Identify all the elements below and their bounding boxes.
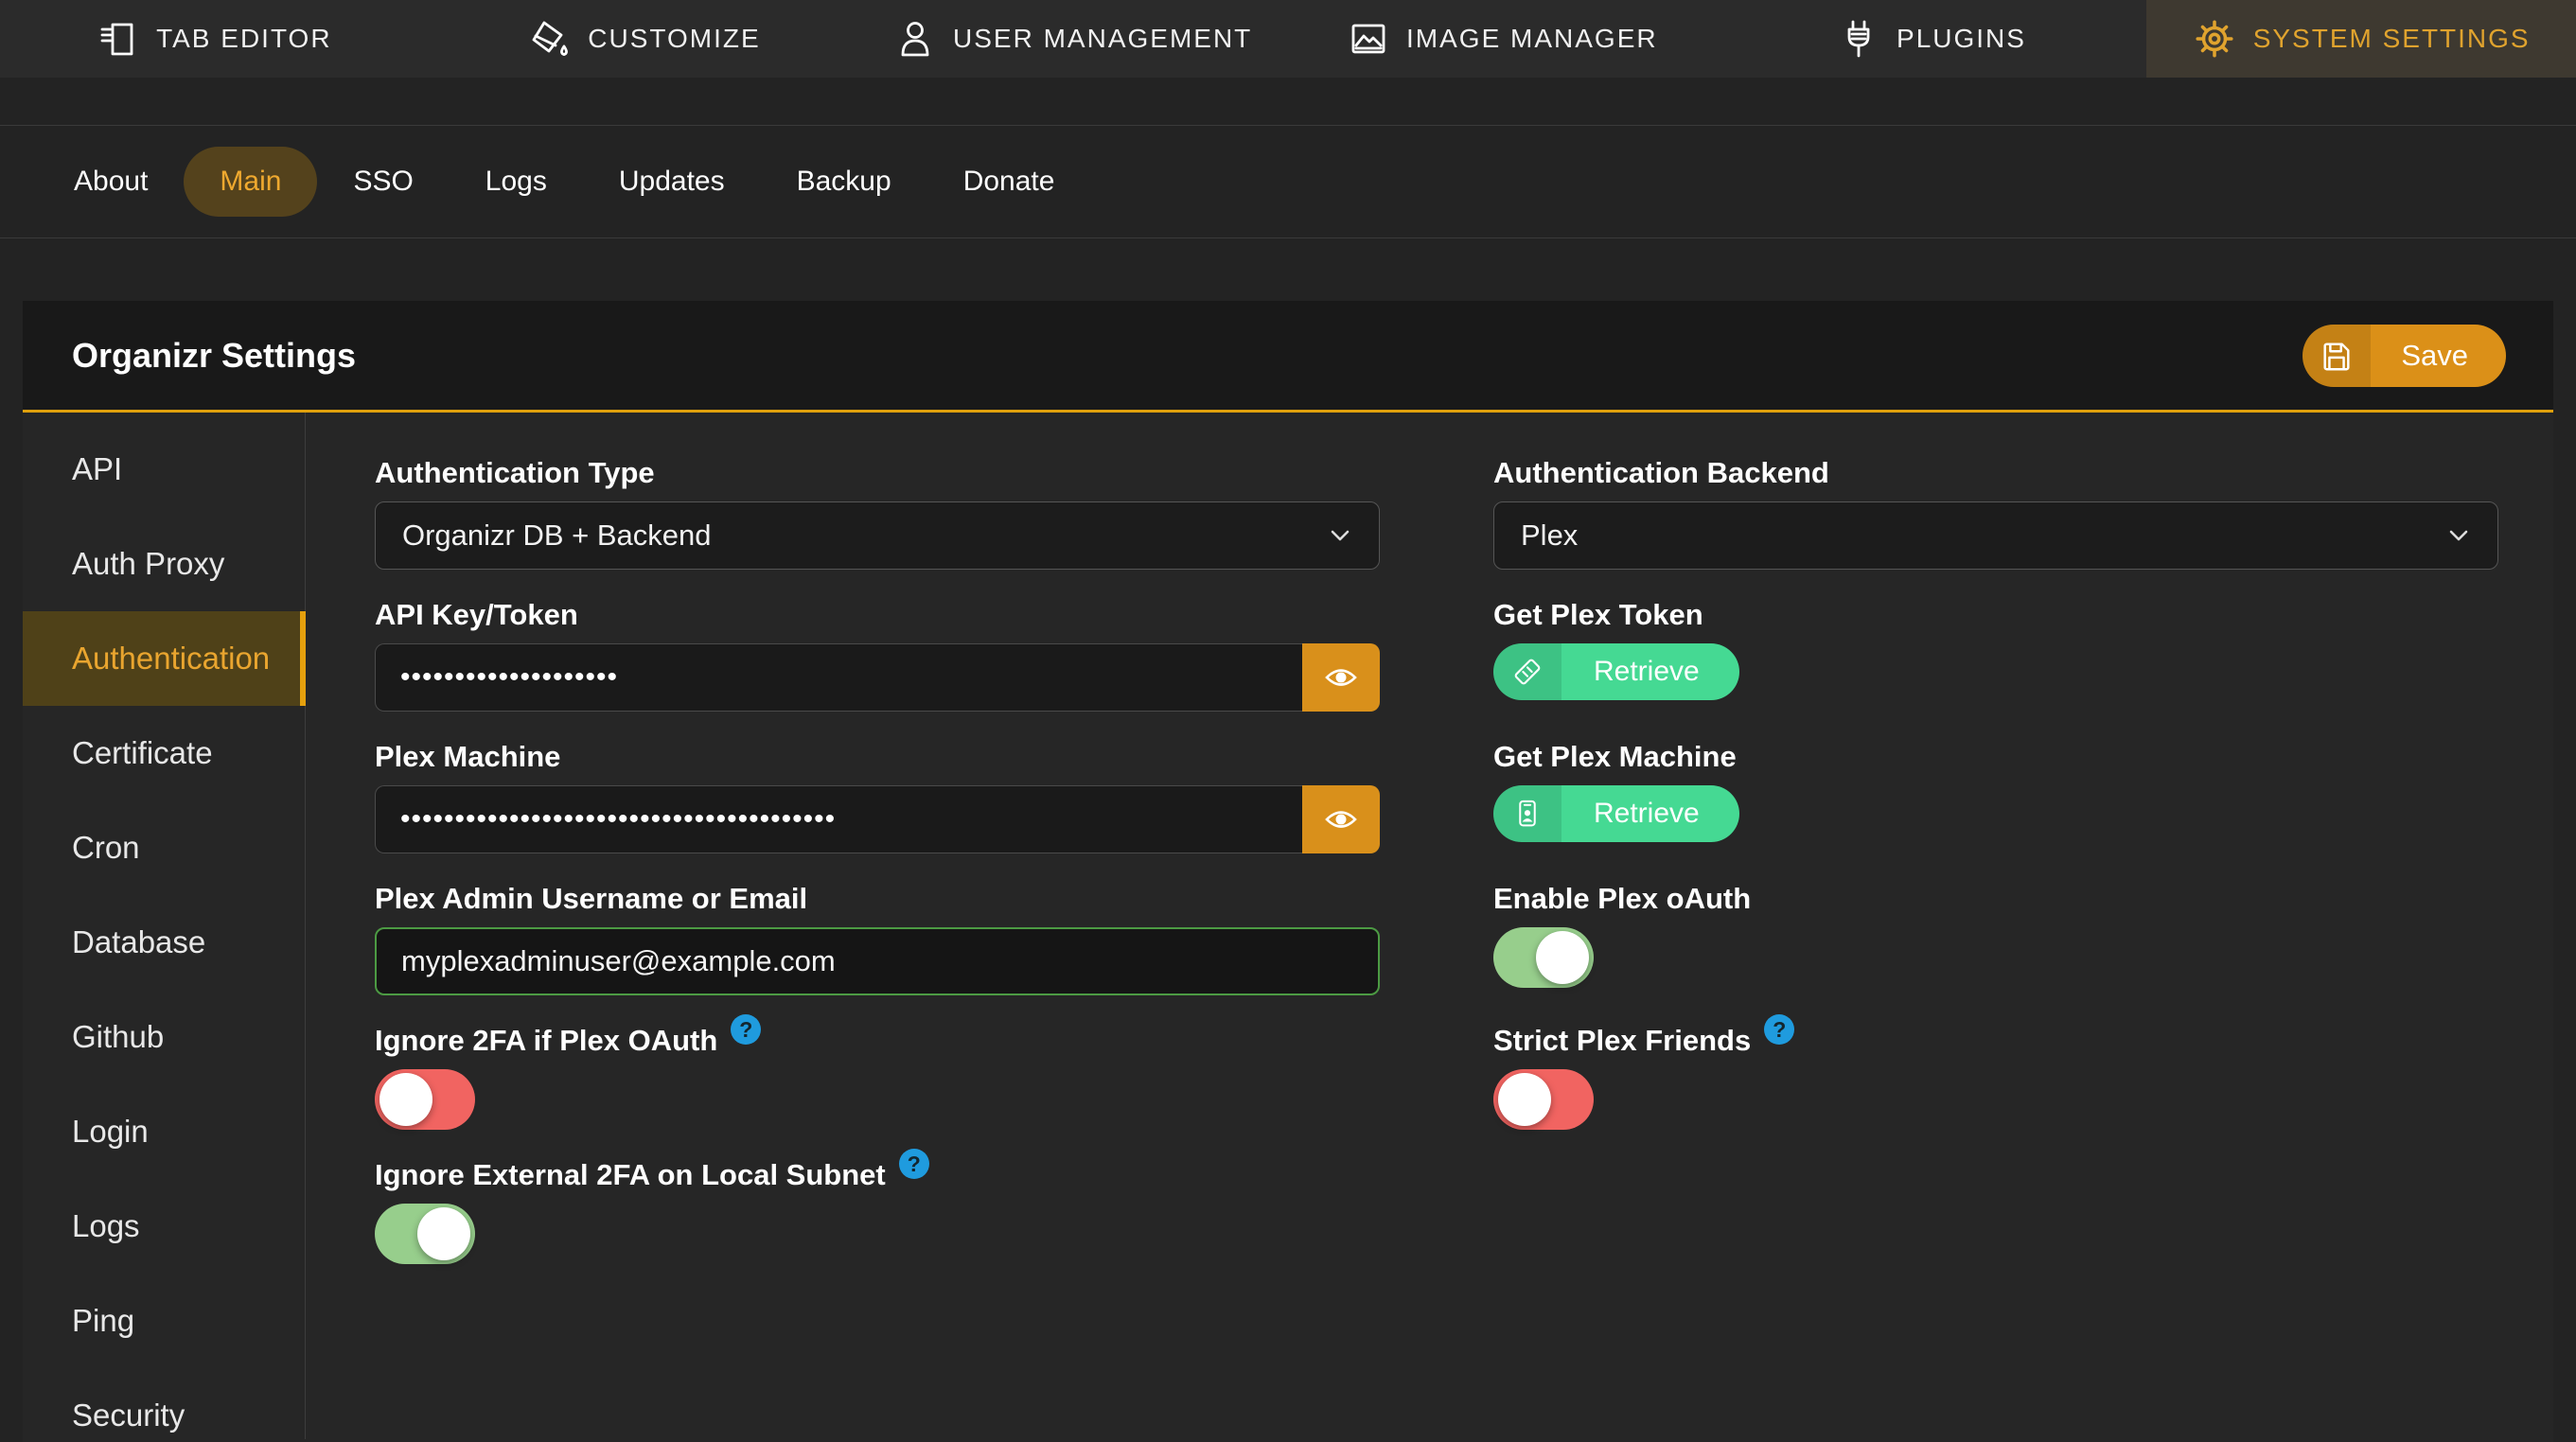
plex-machine-reveal-button[interactable] [1302, 785, 1380, 853]
retrieve-plex-token-button[interactable]: Retrieve [1493, 643, 1739, 700]
auth-type-label: Authentication Type [375, 456, 1380, 490]
organizr-settings-panel: Organizr Settings Save API Auth Proxy [23, 301, 2553, 1442]
help-icon[interactable]: ? [1764, 1014, 1794, 1045]
tab-main[interactable]: Main [184, 147, 317, 217]
eye-icon [1323, 662, 1359, 693]
settings-tabs: About Main SSO Logs Updates Backup Donat… [0, 125, 2576, 238]
ignore-2fa-ctrl [375, 1069, 1380, 1130]
get-plex-token-label: Get Plex Token [1493, 598, 2498, 632]
toggle-knob [417, 1207, 470, 1260]
api-key-field-group: •••••••••••••••••••• [375, 643, 1380, 712]
eye-icon [1323, 804, 1359, 835]
nav-image-manager[interactable]: IMAGE MANAGER [1288, 0, 1718, 78]
nav-plugins[interactable]: PLUGINS [1718, 0, 2147, 78]
tab-logs[interactable]: Logs [450, 147, 583, 217]
ignore-external-2fa-ctrl [375, 1204, 1380, 1264]
help-icon[interactable]: ? [899, 1149, 929, 1179]
nav-tab-editor[interactable]: TAB EDITOR [0, 0, 430, 78]
sidebar-item-auth-proxy[interactable]: Auth Proxy [23, 517, 305, 611]
retrieve-plex-machine-button[interactable]: Retrieve [1493, 785, 1739, 842]
tab-sso[interactable]: SSO [317, 147, 449, 217]
chevron-down-icon [1330, 529, 1350, 542]
paint-bucket-icon [527, 17, 571, 61]
nav-label: TAB EDITOR [156, 24, 331, 54]
auth-type-selected-value: Organizr DB + Backend [402, 519, 712, 553]
auth-backend-selected-value: Plex [1521, 519, 1578, 553]
sidebar-item-login[interactable]: Login [23, 1084, 305, 1179]
tab-updates[interactable]: Updates [583, 147, 761, 217]
enable-plex-oauth-label: Enable Plex oAuth [1493, 882, 2498, 916]
strict-plex-friends-toggle[interactable] [1493, 1069, 1594, 1130]
enable-plex-oauth-ctrl [1493, 927, 2498, 988]
authentication-form: Authentication Type Authentication Backe… [306, 413, 2553, 1439]
user-icon [894, 18, 936, 60]
get-plex-token-ctrl: Retrieve [1493, 643, 2498, 700]
help-icon[interactable]: ? [731, 1014, 761, 1045]
plug-icon [1838, 18, 1879, 60]
strict-plex-friends-ctrl [1493, 1069, 2498, 1130]
retrieve-token-label: Retrieve [1561, 643, 1739, 700]
sidebar-item-database[interactable]: Database [23, 895, 305, 990]
toggle-knob [1498, 1073, 1551, 1126]
plex-machine-field-group: •••••••••••••••••••••••••••••••••••••••• [375, 785, 1380, 853]
page-title: Organizr Settings [72, 336, 356, 376]
strict-plex-friends-label: Strict Plex Friends ? [1493, 1024, 2498, 1058]
sidebar-item-api[interactable]: API [23, 422, 305, 517]
nav-label: PLUGINS [1897, 24, 2026, 54]
plex-machine-label: Plex Machine [375, 740, 1380, 774]
ticket-icon [1493, 643, 1561, 700]
ignore-2fa-label: Ignore 2FA if Plex OAuth ? [375, 1024, 1380, 1058]
nav-label: IMAGE MANAGER [1406, 24, 1658, 54]
save-button[interactable]: Save [2303, 325, 2506, 387]
sidebar-item-security[interactable]: Security [23, 1368, 305, 1439]
plex-machine-input[interactable]: •••••••••••••••••••••••••••••••••••••••• [375, 785, 1302, 853]
retrieve-machine-label: Retrieve [1561, 785, 1739, 842]
plex-admin-label: Plex Admin Username or Email [375, 882, 1380, 916]
enable-plex-oauth-toggle[interactable] [1493, 927, 1594, 988]
ignore-2fa-toggle[interactable] [375, 1069, 475, 1130]
nav-label: USER MANAGEMENT [953, 24, 1252, 54]
ignore-external-2fa-label: Ignore External 2FA on Local Subnet ? [375, 1158, 1380, 1192]
save-button-label: Save [2371, 325, 2506, 387]
chevron-down-icon [2448, 529, 2469, 542]
panel-header: Organizr Settings Save [23, 301, 2553, 413]
tab-donate[interactable]: Donate [927, 147, 1091, 217]
api-key-input[interactable]: •••••••••••••••••••• [375, 643, 1302, 712]
sidebar-item-logs[interactable]: Logs [23, 1179, 305, 1274]
toggle-knob [379, 1073, 432, 1126]
get-plex-machine-label: Get Plex Machine [1493, 740, 2498, 774]
nav-label: CUSTOMIZE [588, 24, 760, 54]
image-icon [1348, 18, 1389, 60]
auth-backend-select[interactable]: Plex [1493, 501, 2498, 570]
tab-backup[interactable]: Backup [761, 147, 927, 217]
api-key-reveal-button[interactable] [1302, 643, 1380, 712]
sidebar-item-certificate[interactable]: Certificate [23, 706, 305, 800]
ignore-external-2fa-toggle[interactable] [375, 1204, 475, 1264]
plex-admin-value: myplexadminuser@example.com [401, 944, 836, 978]
organizr-app: TAB EDITOR CUSTOMIZE USER MANAGEMENT I [0, 0, 2576, 1440]
auth-backend-label: Authentication Backend [1493, 456, 2498, 490]
toggle-knob [1536, 931, 1589, 984]
gear-icon [2193, 17, 2236, 61]
get-plex-machine-ctrl: Retrieve [1493, 785, 2498, 842]
tab-about[interactable]: About [38, 147, 184, 217]
nav-label: SYSTEM SETTINGS [2253, 24, 2531, 54]
nav-user-management[interactable]: USER MANAGEMENT [858, 0, 1288, 78]
floppy-disk-icon [2303, 325, 2371, 387]
auth-type-select[interactable]: Organizr DB + Backend [375, 501, 1380, 570]
panel-body: API Auth Proxy Authentication Certificat… [23, 413, 2553, 1439]
id-badge-icon [1493, 785, 1561, 842]
sidebar-item-authentication[interactable]: Authentication [23, 611, 306, 706]
sidebar-item-ping[interactable]: Ping [23, 1274, 305, 1368]
sidebar-item-cron[interactable]: Cron [23, 800, 305, 895]
top-navbar: TAB EDITOR CUSTOMIZE USER MANAGEMENT I [0, 0, 2576, 78]
nav-customize[interactable]: CUSTOMIZE [430, 0, 859, 78]
api-key-label: API Key/Token [375, 598, 1380, 632]
settings-sidebar: API Auth Proxy Authentication Certificat… [23, 413, 306, 1439]
tab-editor-icon [97, 18, 139, 60]
nav-system-settings[interactable]: SYSTEM SETTINGS [2146, 0, 2576, 78]
plex-admin-input[interactable]: myplexadminuser@example.com [375, 927, 1380, 995]
sidebar-item-github[interactable]: Github [23, 990, 305, 1084]
